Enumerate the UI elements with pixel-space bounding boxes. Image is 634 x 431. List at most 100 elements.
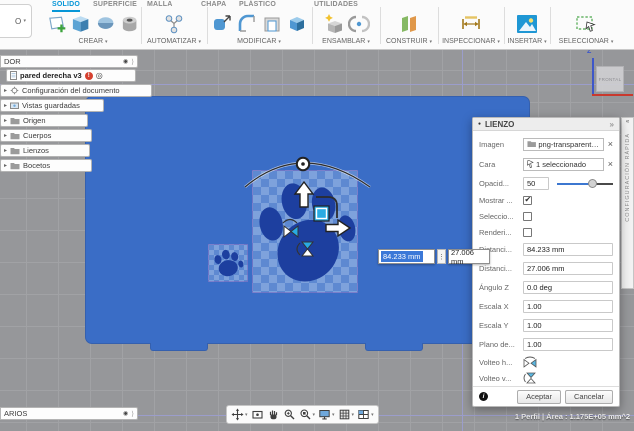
comments-panel-header[interactable]: ARIOS ◉ ⟩ — [0, 407, 138, 420]
flip-horizontal-handle-icon[interactable] — [282, 218, 299, 239]
browser-folder-sketches[interactable]: ▸ Bocetos — [0, 159, 92, 172]
canvas-manipulator[interactable] — [240, 150, 380, 280]
slider-thumb[interactable] — [588, 178, 598, 188]
angle-z-input[interactable]: 0.0 deg — [523, 281, 613, 295]
clear-face-icon[interactable]: × — [608, 159, 613, 169]
group-label-modificar[interactable]: MODIFICAR ▾ — [208, 38, 310, 45]
browser-root-label: pared derecha v3 — [20, 71, 82, 80]
dimension-x-input[interactable]: 84.233 mm — [378, 249, 435, 264]
create-sketch-icon[interactable] — [46, 13, 67, 35]
group-label-automatizar[interactable]: AUTOMATIZAR ▾ — [142, 38, 206, 45]
accept-button[interactable]: Aceptar — [517, 389, 561, 404]
group-label-ensamblar[interactable]: ENSAMBLAR ▾ — [313, 38, 379, 45]
wall-finger-tab — [365, 343, 423, 351]
new-component-icon[interactable] — [323, 13, 345, 35]
browser-folder-origin[interactable]: ▸ Origen — [0, 114, 88, 127]
panel-dock-icon[interactable]: ◉ — [123, 58, 128, 65]
group-label-inspeccionar[interactable]: INSPECCIONAR ▾ — [439, 38, 503, 45]
info-icon[interactable]: i — [479, 392, 488, 402]
plane-scale-input[interactable]: 1.00 — [523, 338, 613, 352]
flip-vertical-handle-icon[interactable] — [296, 241, 315, 257]
revolve-icon[interactable] — [95, 13, 116, 35]
scale-x-input[interactable]: 1.00 — [523, 300, 613, 314]
face-selection-chip[interactable]: 1 seleccionado — [523, 157, 604, 171]
browser-root-item[interactable]: pared derecha v3 ! ◎ — [6, 69, 136, 82]
pan-button[interactable] — [266, 406, 281, 423]
clear-image-icon[interactable]: × — [608, 139, 613, 149]
fit-button[interactable]: ▾ — [298, 406, 317, 423]
navigation-toolbar: ▾ ▾ ▾ ▾ ▾ — [226, 405, 379, 424]
comments-panel-title: ARIOS — [4, 409, 28, 418]
panel-dock-icon[interactable]: ◉ — [123, 410, 128, 417]
browser-panel-header[interactable]: DOR ◉ ⟩ — [0, 55, 138, 68]
field-label: Opacid... — [479, 178, 510, 188]
viewcube-z-axis — [592, 58, 594, 96]
image-file-chip[interactable]: png-transparent-c... — [523, 137, 604, 151]
browser-item-named-views[interactable]: ▸ Vistas guardadas — [0, 99, 104, 112]
flip-horizontal-button[interactable] — [523, 356, 537, 369]
field-volteo-v: Volteo v... — [479, 370, 613, 386]
look-at-button[interactable] — [250, 406, 265, 423]
dialog-header[interactable]: ● LIENZO » — [473, 118, 619, 132]
joint-icon[interactable] — [347, 13, 370, 35]
field-escala-x: Escala X 1.00 — [479, 297, 613, 316]
drag-grip-icon[interactable]: ⋮ — [437, 249, 446, 264]
opacity-slider[interactable] — [557, 178, 613, 188]
orbit-button[interactable]: ▾ — [230, 406, 249, 423]
display-settings-button[interactable]: ▾ — [317, 406, 336, 423]
display-through-checkbox[interactable] — [523, 195, 532, 205]
browser-item-label: Bocetos — [23, 161, 51, 170]
browser-folder-canvases[interactable]: ▸ Lienzos — [0, 144, 90, 157]
cancel-button[interactable]: Cancelar — [564, 389, 613, 404]
expander-icon[interactable]: ▸ — [4, 117, 7, 124]
move-right-arrow-icon[interactable] — [325, 218, 352, 238]
activate-component-icon[interactable]: ◎ — [96, 71, 103, 80]
automate-icon[interactable] — [163, 13, 185, 35]
move-up-arrow-icon[interactable] — [293, 180, 315, 208]
grid-snaps-button[interactable]: ▾ — [337, 406, 356, 423]
workspace-selector-partial[interactable]: O ▾ — [0, 4, 32, 38]
field-distancia-x: Distanci... 84.233 mm — [479, 240, 613, 259]
selection-status-text: 1 Perfil | Área : 1.175E+05 mm^2 — [514, 412, 630, 421]
zoom-button[interactable] — [282, 406, 297, 423]
group-label-crear[interactable]: CREAR ▾ — [46, 38, 140, 45]
group-label-seleccionar[interactable]: SELECCIONAR ▾ — [551, 38, 621, 45]
combine-icon[interactable] — [286, 13, 308, 35]
viewports-button[interactable]: ▾ — [356, 406, 375, 423]
shell-icon[interactable] — [261, 13, 283, 35]
select-icon[interactable] — [574, 13, 598, 35]
panel-handle-icon[interactable]: ⟩ — [131, 58, 134, 66]
dialog-bullet-icon: ● — [478, 121, 482, 128]
insert-canvas-icon[interactable] — [515, 13, 539, 35]
selectable-checkbox[interactable] — [523, 211, 532, 221]
expander-icon[interactable]: ▸ — [4, 102, 7, 109]
browser-item-document-settings[interactable]: ▸ Configuración del documento — [0, 84, 152, 97]
measure-icon[interactable] — [460, 13, 482, 35]
collapsed-side-panel[interactable]: « CONFIGURACIÓN RÁPIDA — [621, 117, 634, 289]
group-inspeccionar: INSPECCIONAR ▾ — [439, 0, 503, 50]
expander-icon[interactable]: ▸ — [4, 132, 7, 139]
group-label-construir[interactable]: CONSTRUIR ▾ — [381, 38, 437, 45]
flip-vertical-button[interactable] — [523, 372, 537, 384]
fillet-icon[interactable] — [236, 13, 258, 35]
dimension-y-input[interactable]: 27.006 mm — [448, 248, 490, 266]
expander-icon[interactable]: ▸ — [4, 87, 7, 94]
dialog-collapse-icon[interactable]: » — [610, 120, 614, 129]
expander-icon[interactable]: ▸ — [4, 147, 7, 154]
extrude-icon[interactable] — [70, 13, 91, 35]
viewcube[interactable]: FRONTAL — [596, 66, 624, 92]
distance-x-input[interactable]: 84.233 mm — [523, 243, 613, 257]
group-label-insertar[interactable]: INSERTAR ▾ — [505, 38, 549, 45]
hole-icon[interactable] — [119, 13, 140, 35]
browser-folder-bodies[interactable]: ▸ Cuerpos — [0, 129, 92, 142]
group-ensamblar: ENSAMBLAR ▾ — [313, 0, 379, 50]
expand-panel-icon[interactable]: « — [626, 119, 629, 125]
distance-y-input[interactable]: 27.006 mm — [523, 262, 613, 276]
scale-y-input[interactable]: 1.00 — [523, 319, 613, 333]
renderable-checkbox[interactable] — [523, 227, 532, 237]
panel-handle-icon[interactable]: ⟩ — [131, 410, 134, 418]
expander-icon[interactable]: ▸ — [4, 162, 7, 169]
opacity-input[interactable]: 50 — [523, 176, 549, 190]
press-pull-icon[interactable] — [211, 13, 233, 35]
construct-plane-icon[interactable] — [398, 13, 420, 35]
